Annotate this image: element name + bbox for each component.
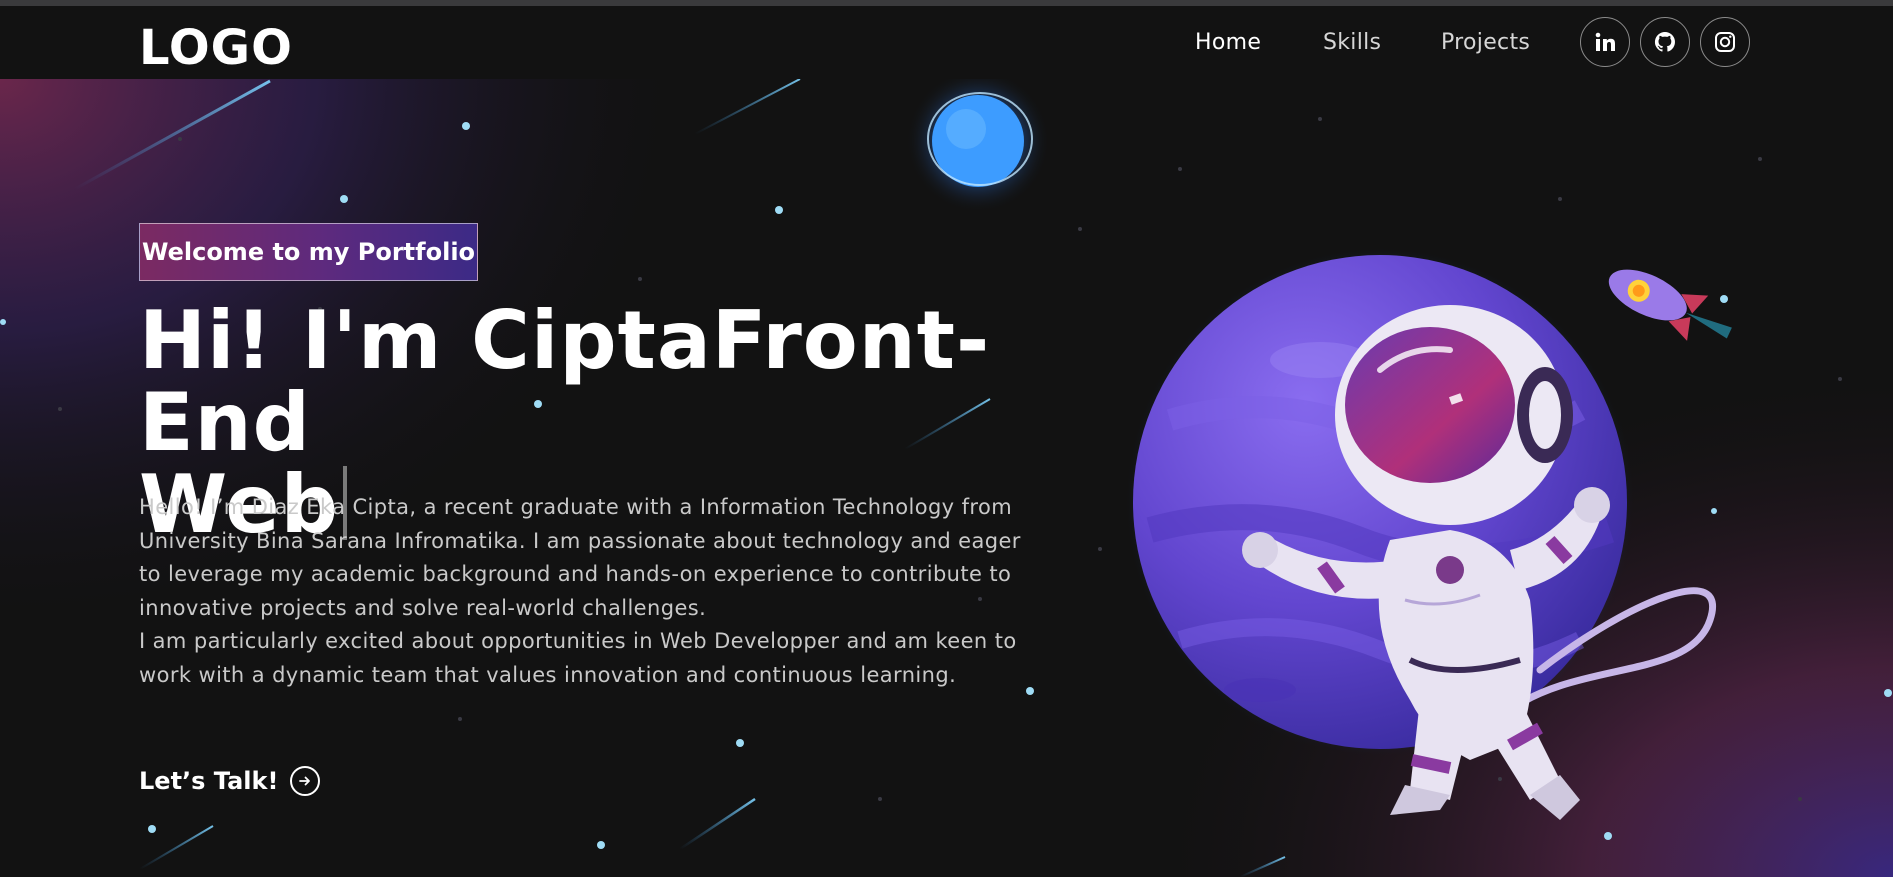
nav-link-home[interactable]: Home [1195,28,1261,58]
bio-text: Hello! I’m Diaz Eka Cipta, a recent grad… [139,491,1039,693]
linkedin-icon [1595,32,1615,51]
github-icon [1654,31,1675,52]
linkedin-button[interactable] [1580,17,1630,67]
github-button[interactable] [1640,17,1690,67]
lets-talk-button[interactable]: Let’s Talk! [139,766,321,796]
bio-paragraph: Hello! I’m Diaz Eka Cipta, a recent grad… [139,495,1021,620]
welcome-tagline: Welcome to my Portfolio [139,223,478,281]
instagram-button[interactable] [1700,17,1750,67]
navbar: LOGO Home Skills Projects [0,6,1893,79]
nav-link-projects[interactable]: Projects [1441,28,1530,58]
astronaut-illustration [1125,247,1732,820]
arrow-right-circle-icon [290,766,321,796]
bio-paragraph: I am particularly excited about opportun… [139,629,1017,687]
site-logo[interactable]: LOGO [139,18,293,78]
lets-talk-label: Let’s Talk! [139,767,279,795]
nav-link-skills[interactable]: Skills [1323,28,1381,58]
headline-line-1: Hi! I'm CiptaFront-End [139,294,991,469]
instagram-icon [1715,32,1735,52]
